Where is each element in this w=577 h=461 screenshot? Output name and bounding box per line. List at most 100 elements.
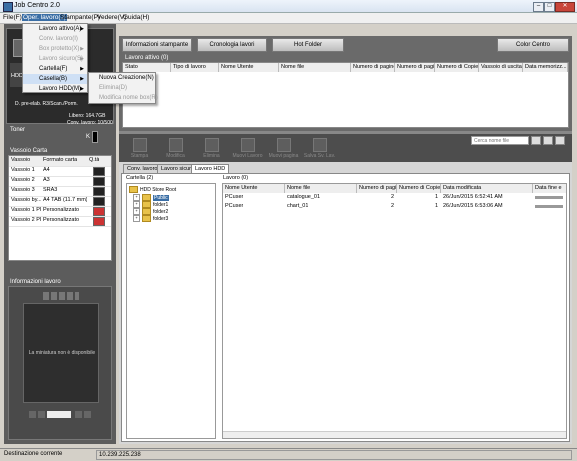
tray-level [93,187,105,196]
menu-help[interactable]: Guida(H) [122,14,150,21]
main-area: Informazioni stampante Cronologia lavori… [119,36,572,444]
col-pages-2[interactable]: Numero di pagi... [395,63,435,72]
tray-name: Vassoio by... [11,197,41,203]
menu-item-secure-job[interactable]: Lavoro sicuro(S) ▶ [23,54,87,64]
delete-button[interactable]: Elimina [195,136,228,160]
submenu-arrow-icon: ▶ [80,66,84,72]
page-number-input[interactable] [47,411,71,418]
submenu-arrow-icon: ▶ [80,26,84,32]
col-end-date[interactable]: Data fine e [533,184,566,193]
col-copies[interactable]: Numero di Copie [435,63,479,72]
col-job-type[interactable]: Tipo di lavoro [171,63,219,72]
tree-item-folder3[interactable]: + folder3 [133,215,168,222]
close-icon[interactable] [555,136,565,145]
col-file-name[interactable]: Nome file [279,63,351,72]
submenu-label: Elimina(D) [99,85,128,91]
tray-name: Vassoio 2 PI [11,217,41,223]
table-row[interactable]: PCuser catalogue_01 2 1 26/Jun/2015 6:52… [223,193,566,202]
menu-item-active-job[interactable]: Lavoro attivo(A) ▶ [23,24,87,34]
search-icon[interactable] [531,136,541,145]
next-page-button[interactable] [75,411,82,418]
col-copies[interactable]: Numero di Copie [397,184,441,193]
col-file-name[interactable]: Nome file [285,184,357,193]
move-page-button[interactable]: Muovi pagina [267,136,300,160]
horizontal-scrollbar[interactable] [223,431,566,438]
submenu-delete[interactable]: Elimina(D) [89,83,155,93]
hot-folder-button[interactable]: Hot Folder [272,38,344,52]
col-user-name[interactable]: Nome Utente [223,184,285,193]
menu-printer[interactable]: Stampante(P) [59,14,101,21]
preview-text: La miniatura non è disponibile [28,350,96,356]
active-jobs-table: Stato Tipo di lavoro Nome Utente Nome fi… [122,62,569,128]
chevron-down-icon[interactable] [543,136,553,145]
tree-root[interactable]: HDD Store Root [129,186,176,193]
tray-level [93,177,105,186]
status-label: Destinazione corrente [4,451,63,457]
submenu-rename[interactable]: Modifica nome box(R) [89,93,158,103]
tray-name: Vassoio 1 [11,167,35,173]
app-icon [3,2,13,12]
submenu-new[interactable]: Nuova Creazione(N) [89,73,155,83]
expand-icon[interactable]: + [133,201,140,208]
hdd-jobs-title: Lavoro (0) [223,175,249,181]
printer-info-button[interactable]: Informazioni stampante [122,38,192,52]
tray-size: A4 [43,167,50,173]
edit-button[interactable]: Modifica [159,136,192,160]
expand-icon[interactable]: + [133,215,140,222]
expand-icon[interactable]: + [133,208,140,215]
last-page-button[interactable] [84,411,91,418]
tree-item-public[interactable]: + Public [133,194,169,201]
menu-item-box[interactable]: Casella(B) ▶ [23,74,87,84]
prev-page-button[interactable] [38,411,45,418]
save-job-button[interactable]: Salva Sv. Lav. [303,136,336,160]
tree-item-folder2[interactable]: + folder2 [133,208,168,215]
move-job-button[interactable]: Muovi Lavoro [231,136,264,160]
tray-name: Vassoio 2 [11,177,35,183]
color-centro-button[interactable]: Color Centro [497,38,569,52]
tray-table: Vassoio Formato carta Q.tà Vassoio 1 A4 … [8,155,112,261]
tray-level [93,167,105,176]
search-input[interactable] [471,136,529,145]
tree-item-folder1[interactable]: + folder1 [133,201,168,208]
col-stored-date[interactable]: Data memorizz... [523,63,568,72]
col-user-name[interactable]: Nome Utente [219,63,279,72]
job-history-button[interactable]: Cronologia lavori [197,38,267,52]
submenu-arrow-icon: ▶ [80,46,84,52]
col-output-tray[interactable]: Vassoio di uscita [479,63,523,72]
toner-k-label: K [86,134,91,140]
preview-toolbar[interactable] [43,292,79,300]
menu-item-label: Cartella(F) [39,66,68,72]
free-memory: Libero: 164.7GB [69,113,106,119]
folder-icon [142,194,151,201]
menu-file[interactable]: File(F) [2,14,23,21]
row-user: PCuser [225,203,244,209]
folder-icon [142,215,151,222]
tray-size: A4 TAB (11.7 mm) [43,197,87,203]
tray-error-icon [93,217,105,226]
tree-item-label: folder2 [153,208,169,215]
job-info-panel: La miniatura non è disponibile [8,286,112,440]
menu-item-label: Casella(B) [39,76,68,82]
menu-item-conv-job[interactable]: Conv. lavoro(I) [23,34,87,44]
edit-label: Modifica [166,153,185,159]
first-page-button[interactable] [29,411,36,418]
folder-icon [142,201,151,208]
minimize-button[interactable]: – [533,2,544,12]
menu-item-hdd-job[interactable]: Lavoro HDD(M) ▶ [23,84,87,94]
col-pages[interactable]: Numero di pagine [357,184,397,193]
tray-row[interactable]: Vassoio 2 PI Personalizzato [9,216,111,227]
menu-item-protected-box[interactable]: Box protetto(X) ▶ [23,44,87,54]
col-status[interactable]: Stato [123,63,171,72]
menu-item-folder[interactable]: Cartella(F) ▶ [23,64,87,74]
edit-icon [168,138,183,152]
expand-icon[interactable]: + [133,194,140,201]
table-row[interactable]: PCuser chart_01 2 1 26/Jun/2015 6:53:06 … [223,202,566,211]
maximize-button[interactable]: □ [544,2,555,12]
col-modified-date[interactable]: Data modificata [441,184,533,193]
close-button[interactable]: ✕ [555,2,575,12]
row-file: catalogue_01 [287,194,321,200]
print-button[interactable]: Stampa [123,136,156,160]
row-file: chart_01 [287,203,309,209]
save-job-label: Salva Sv. Lav. [303,153,336,159]
col-pages[interactable]: Numero di pagine [351,63,395,72]
